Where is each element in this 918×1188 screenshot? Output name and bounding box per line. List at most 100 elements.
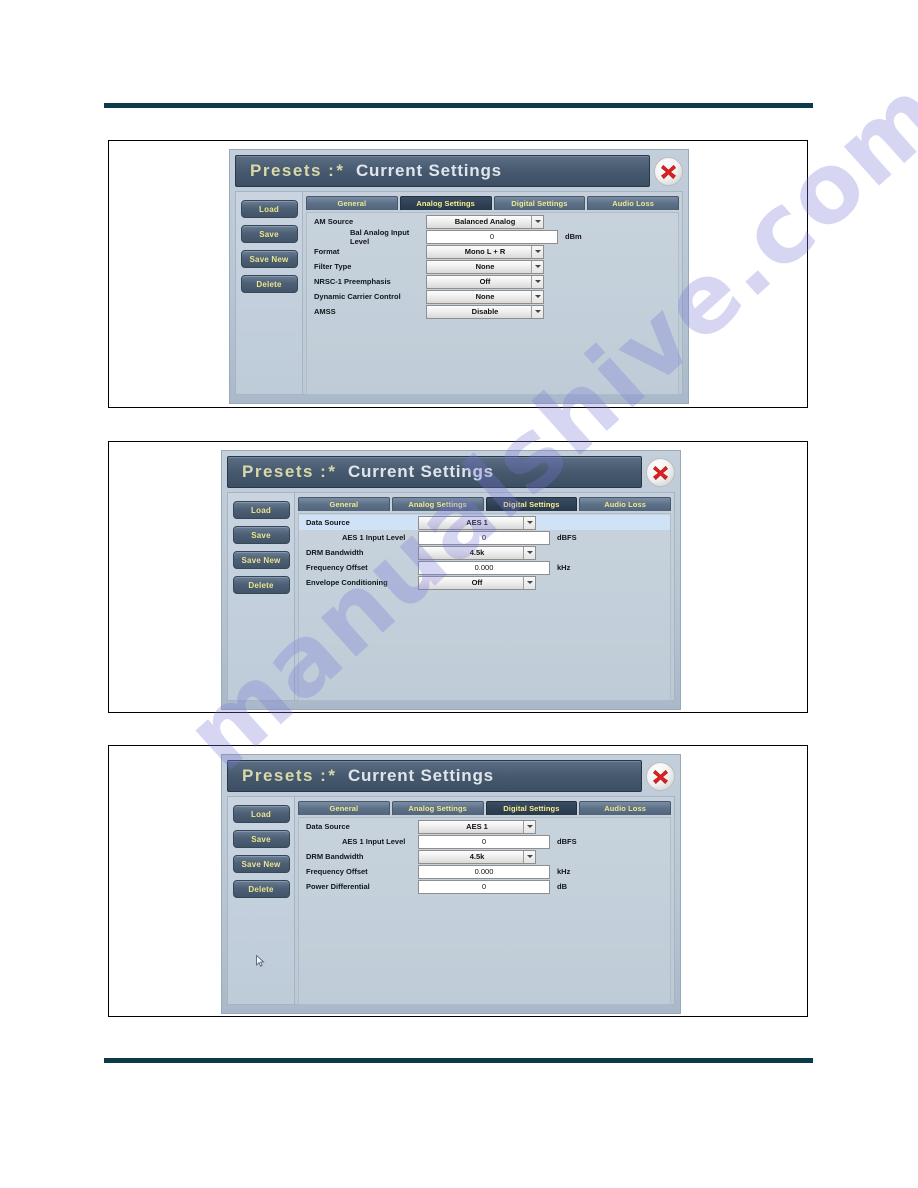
setting-row: Power Differential 0 dB	[299, 879, 670, 894]
dropdown-drm-bandwidth[interactable]: 4.5k	[418, 545, 536, 560]
tab-digital-settings[interactable]: Digital Settings	[485, 801, 578, 815]
unit-label: dBm	[565, 232, 582, 241]
sidebar-button-delete[interactable]: Delete	[232, 880, 290, 898]
tab-audio-loss[interactable]: Audio Loss	[579, 497, 671, 511]
dropdown-amss[interactable]: Disable	[426, 304, 544, 319]
setting-label: Bal Analog Input Level	[350, 227, 410, 246]
figure-digital-settings-envelope: Presets : * Current Settings Load Save Save N…	[108, 441, 808, 713]
chevron-down-icon[interactable]	[523, 516, 535, 529]
dropdown-nrsc-1-preemphasis[interactable]: Off	[426, 274, 544, 289]
setting-control: AES 1	[418, 819, 536, 834]
title-presets-label: Presets :	[242, 462, 328, 481]
dropdown-dynamic-carrier-control[interactable]: None	[426, 289, 544, 304]
title-modified-asterisk: *	[328, 766, 335, 785]
page-rule-top	[104, 103, 813, 108]
tab-general[interactable]: General	[306, 196, 398, 210]
chevron-down-icon[interactable]	[531, 245, 543, 258]
setting-control: Disable	[426, 304, 544, 319]
tab-digital-settings[interactable]: Digital Settings	[493, 196, 586, 210]
input-aes-1-input-level[interactable]: 0	[418, 530, 550, 545]
tab-audio-loss[interactable]: Audio Loss	[579, 801, 671, 815]
preset-actions-sidebar: Load Save Save New Delete	[227, 796, 294, 1005]
tab-analog-settings[interactable]: Analog Settings	[399, 196, 492, 210]
dropdown-filter-type[interactable]: None	[426, 259, 544, 274]
settings-rows: AM Source Balanced Analog Bal Analog Input…	[306, 212, 679, 395]
setting-control: 4.5k	[418, 545, 536, 560]
setting-control: Mono L + R	[426, 244, 544, 259]
dropdown-am-source[interactable]: Balanced Analog	[426, 214, 544, 229]
chevron-down-icon[interactable]	[531, 275, 543, 288]
close-button[interactable]	[646, 457, 675, 487]
tab-bar: General Analog Settings Digital Settings Au…	[298, 497, 671, 511]
sidebar-button-save-new[interactable]: Save New	[232, 551, 290, 569]
dropdown-value: None	[475, 292, 495, 301]
tab-bar: General Analog Settings Digital Settings Au…	[306, 196, 679, 210]
sidebar-button-save-new[interactable]: Save New	[240, 250, 298, 268]
settings-content-area: General Analog Settings Digital Settings Au…	[294, 796, 675, 1005]
input-power-differential[interactable]: 0	[418, 879, 550, 894]
chevron-down-icon[interactable]	[523, 820, 535, 833]
setting-label: AES 1 Input Level	[342, 837, 406, 846]
close-x-icon	[651, 767, 670, 786]
setting-row: Frequency Offset 0.000 kHz	[299, 560, 670, 575]
chevron-down-icon[interactable]	[531, 305, 543, 318]
dropdown-value: None	[475, 262, 495, 271]
setting-label: Frequency Offset	[306, 563, 368, 572]
setting-row: Data Source AES 1	[299, 515, 670, 530]
setting-control: Off	[418, 575, 536, 590]
setting-label: Power Differential	[306, 882, 370, 891]
tab-digital-settings[interactable]: Digital Settings	[485, 497, 578, 511]
setting-control: 4.5k	[418, 849, 536, 864]
sidebar-button-load[interactable]: Load	[232, 805, 290, 823]
dropdown-drm-bandwidth[interactable]: 4.5k	[418, 849, 536, 864]
chevron-down-icon[interactable]	[531, 260, 543, 273]
dropdown-envelope-conditioning[interactable]: Off	[418, 575, 536, 590]
tab-general[interactable]: General	[298, 497, 390, 511]
setting-row: Data Source AES 1	[299, 819, 670, 834]
setting-control: 0.000 kHz	[418, 864, 570, 879]
title-presets-label: Presets :	[242, 766, 328, 785]
dropdown-value: AES 1	[466, 822, 488, 831]
input-bal-analog-input-level[interactable]: 0	[426, 229, 558, 244]
close-button[interactable]	[646, 761, 675, 791]
setting-row: Frequency Offset 0.000 kHz	[299, 864, 670, 879]
close-x-icon	[659, 162, 678, 181]
chevron-down-icon[interactable]	[523, 850, 535, 863]
chevron-down-icon[interactable]	[523, 576, 535, 589]
title-preset-name: Current Settings	[347, 766, 494, 785]
dropdown-data-source[interactable]: AES 1	[418, 515, 536, 530]
input-frequency-offset[interactable]: 0.000	[418, 560, 550, 575]
unit-label: kHz	[557, 563, 571, 572]
chevron-down-icon[interactable]	[531, 290, 543, 303]
chevron-down-icon[interactable]	[523, 546, 535, 559]
input-frequency-offset[interactable]: 0.000	[418, 864, 550, 879]
setting-label: Data Source	[306, 822, 350, 831]
tab-audio-loss[interactable]: Audio Loss	[587, 196, 679, 210]
input-aes-1-input-level[interactable]: 0	[418, 834, 550, 849]
sidebar-button-load[interactable]: Load	[240, 200, 298, 218]
sidebar-button-save[interactable]: Save	[232, 526, 290, 544]
sidebar-button-load[interactable]: Load	[232, 501, 290, 519]
window-body: Load Save Save New Delete General Analog Sett…	[227, 492, 675, 701]
setting-label: Frequency Offset	[306, 867, 368, 876]
sidebar-button-save-new[interactable]: Save New	[232, 855, 290, 873]
tab-general[interactable]: General	[298, 801, 390, 815]
sidebar-button-save[interactable]: Save	[232, 830, 290, 848]
setting-control: 0 dBm	[426, 229, 582, 244]
setting-control: 0 dB	[418, 879, 567, 894]
dropdown-data-source[interactable]: AES 1	[418, 819, 536, 834]
chevron-down-icon[interactable]	[531, 215, 543, 228]
tab-analog-settings[interactable]: Analog Settings	[391, 497, 484, 511]
setting-control: None	[426, 289, 544, 304]
sidebar-button-delete[interactable]: Delete	[232, 576, 290, 594]
title-bar: Presets : * Current Settings	[235, 155, 650, 187]
setting-row: NRSC-1 Preemphasis Off	[307, 274, 678, 289]
sidebar-button-delete[interactable]: Delete	[240, 275, 298, 293]
setting-label: DRM Bandwidth	[306, 852, 364, 861]
dropdown-value: Mono L + R	[464, 247, 506, 256]
title-preset-name: Current Settings	[347, 462, 494, 481]
close-button[interactable]	[654, 156, 683, 186]
tab-analog-settings[interactable]: Analog Settings	[391, 801, 484, 815]
dropdown-format[interactable]: Mono L + R	[426, 244, 544, 259]
sidebar-button-save[interactable]: Save	[240, 225, 298, 243]
